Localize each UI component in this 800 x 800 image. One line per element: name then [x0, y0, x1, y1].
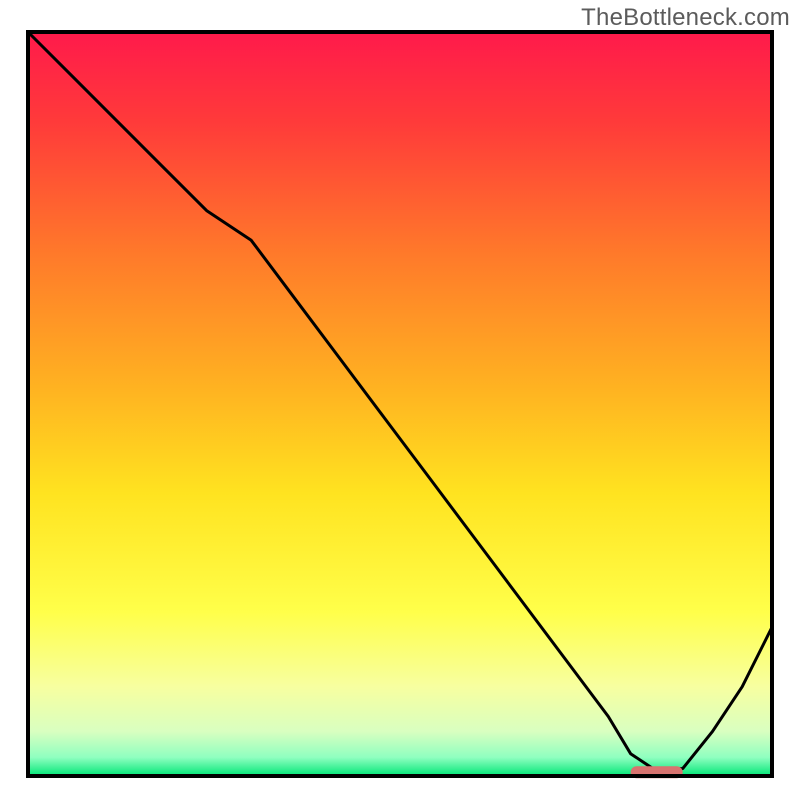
bottleneck-chart: [0, 0, 800, 800]
chart-container: TheBottleneck.com: [0, 0, 800, 800]
watermark-text: TheBottleneck.com: [581, 4, 790, 32]
